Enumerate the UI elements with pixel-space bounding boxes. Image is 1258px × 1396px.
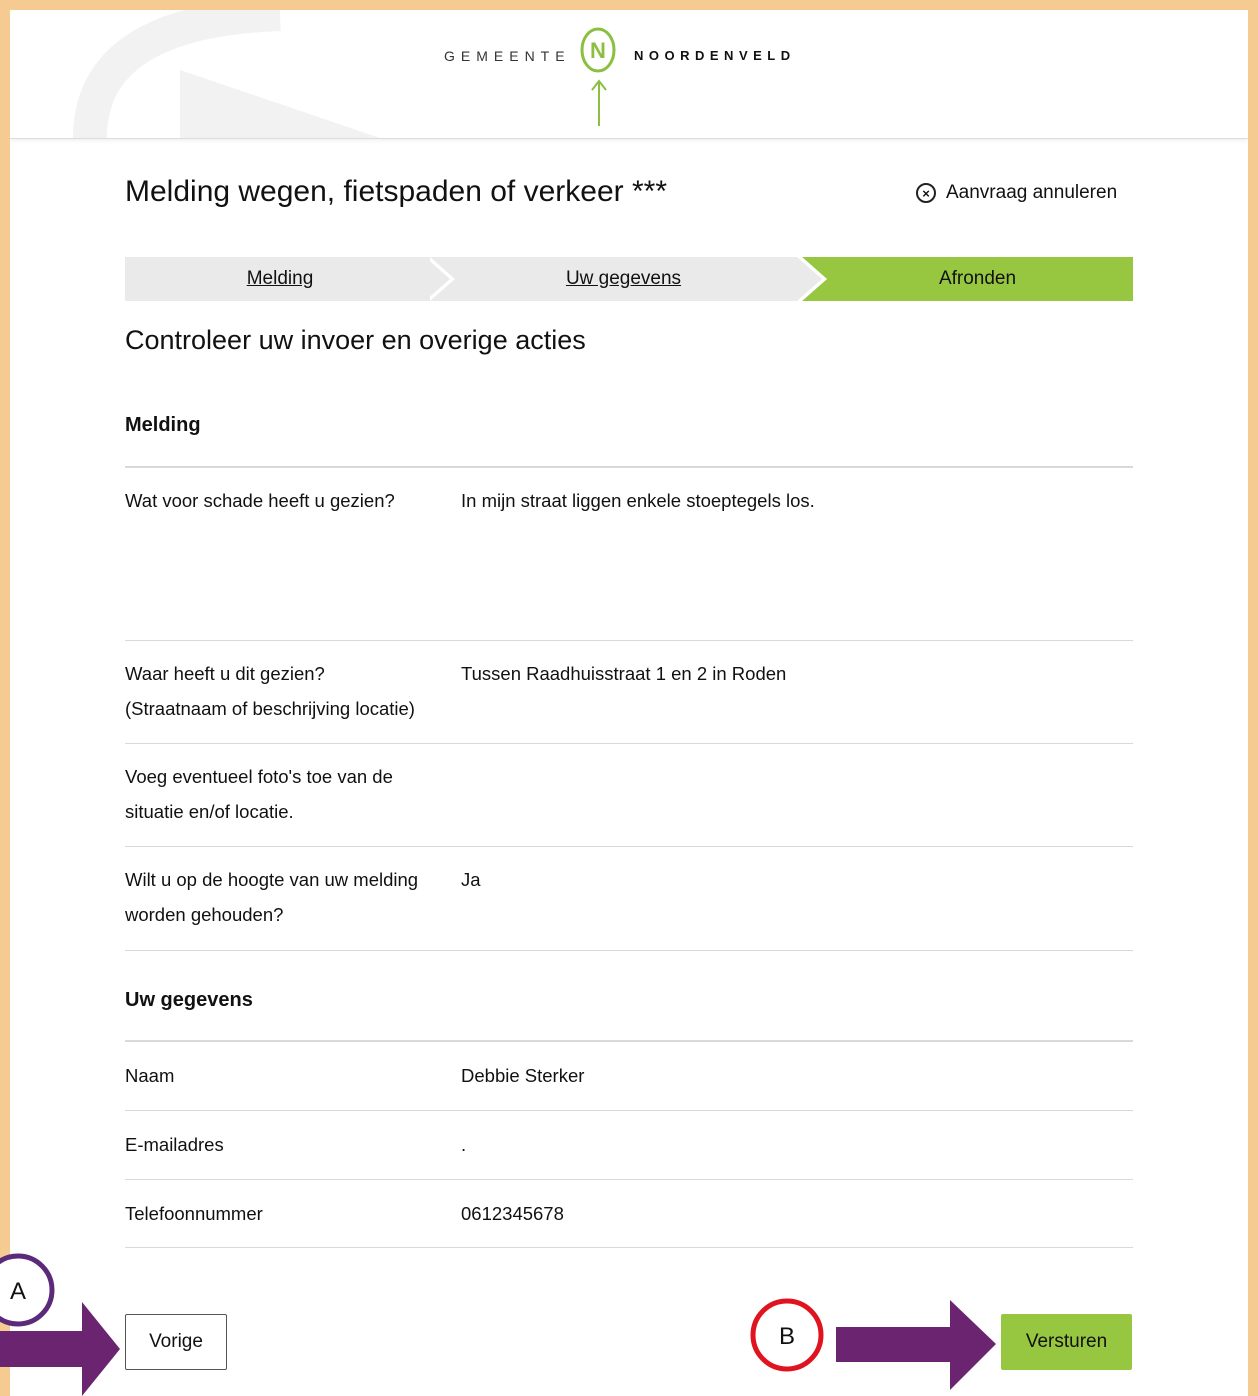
marker-b-label: B xyxy=(779,1323,795,1350)
marker-a-label: A xyxy=(10,1278,26,1305)
marker-b: B xyxy=(750,1298,824,1372)
annotation-overlay: A B xyxy=(0,1253,996,1396)
arrow-right-icon xyxy=(836,1300,996,1390)
marker-a: A xyxy=(0,1253,55,1327)
